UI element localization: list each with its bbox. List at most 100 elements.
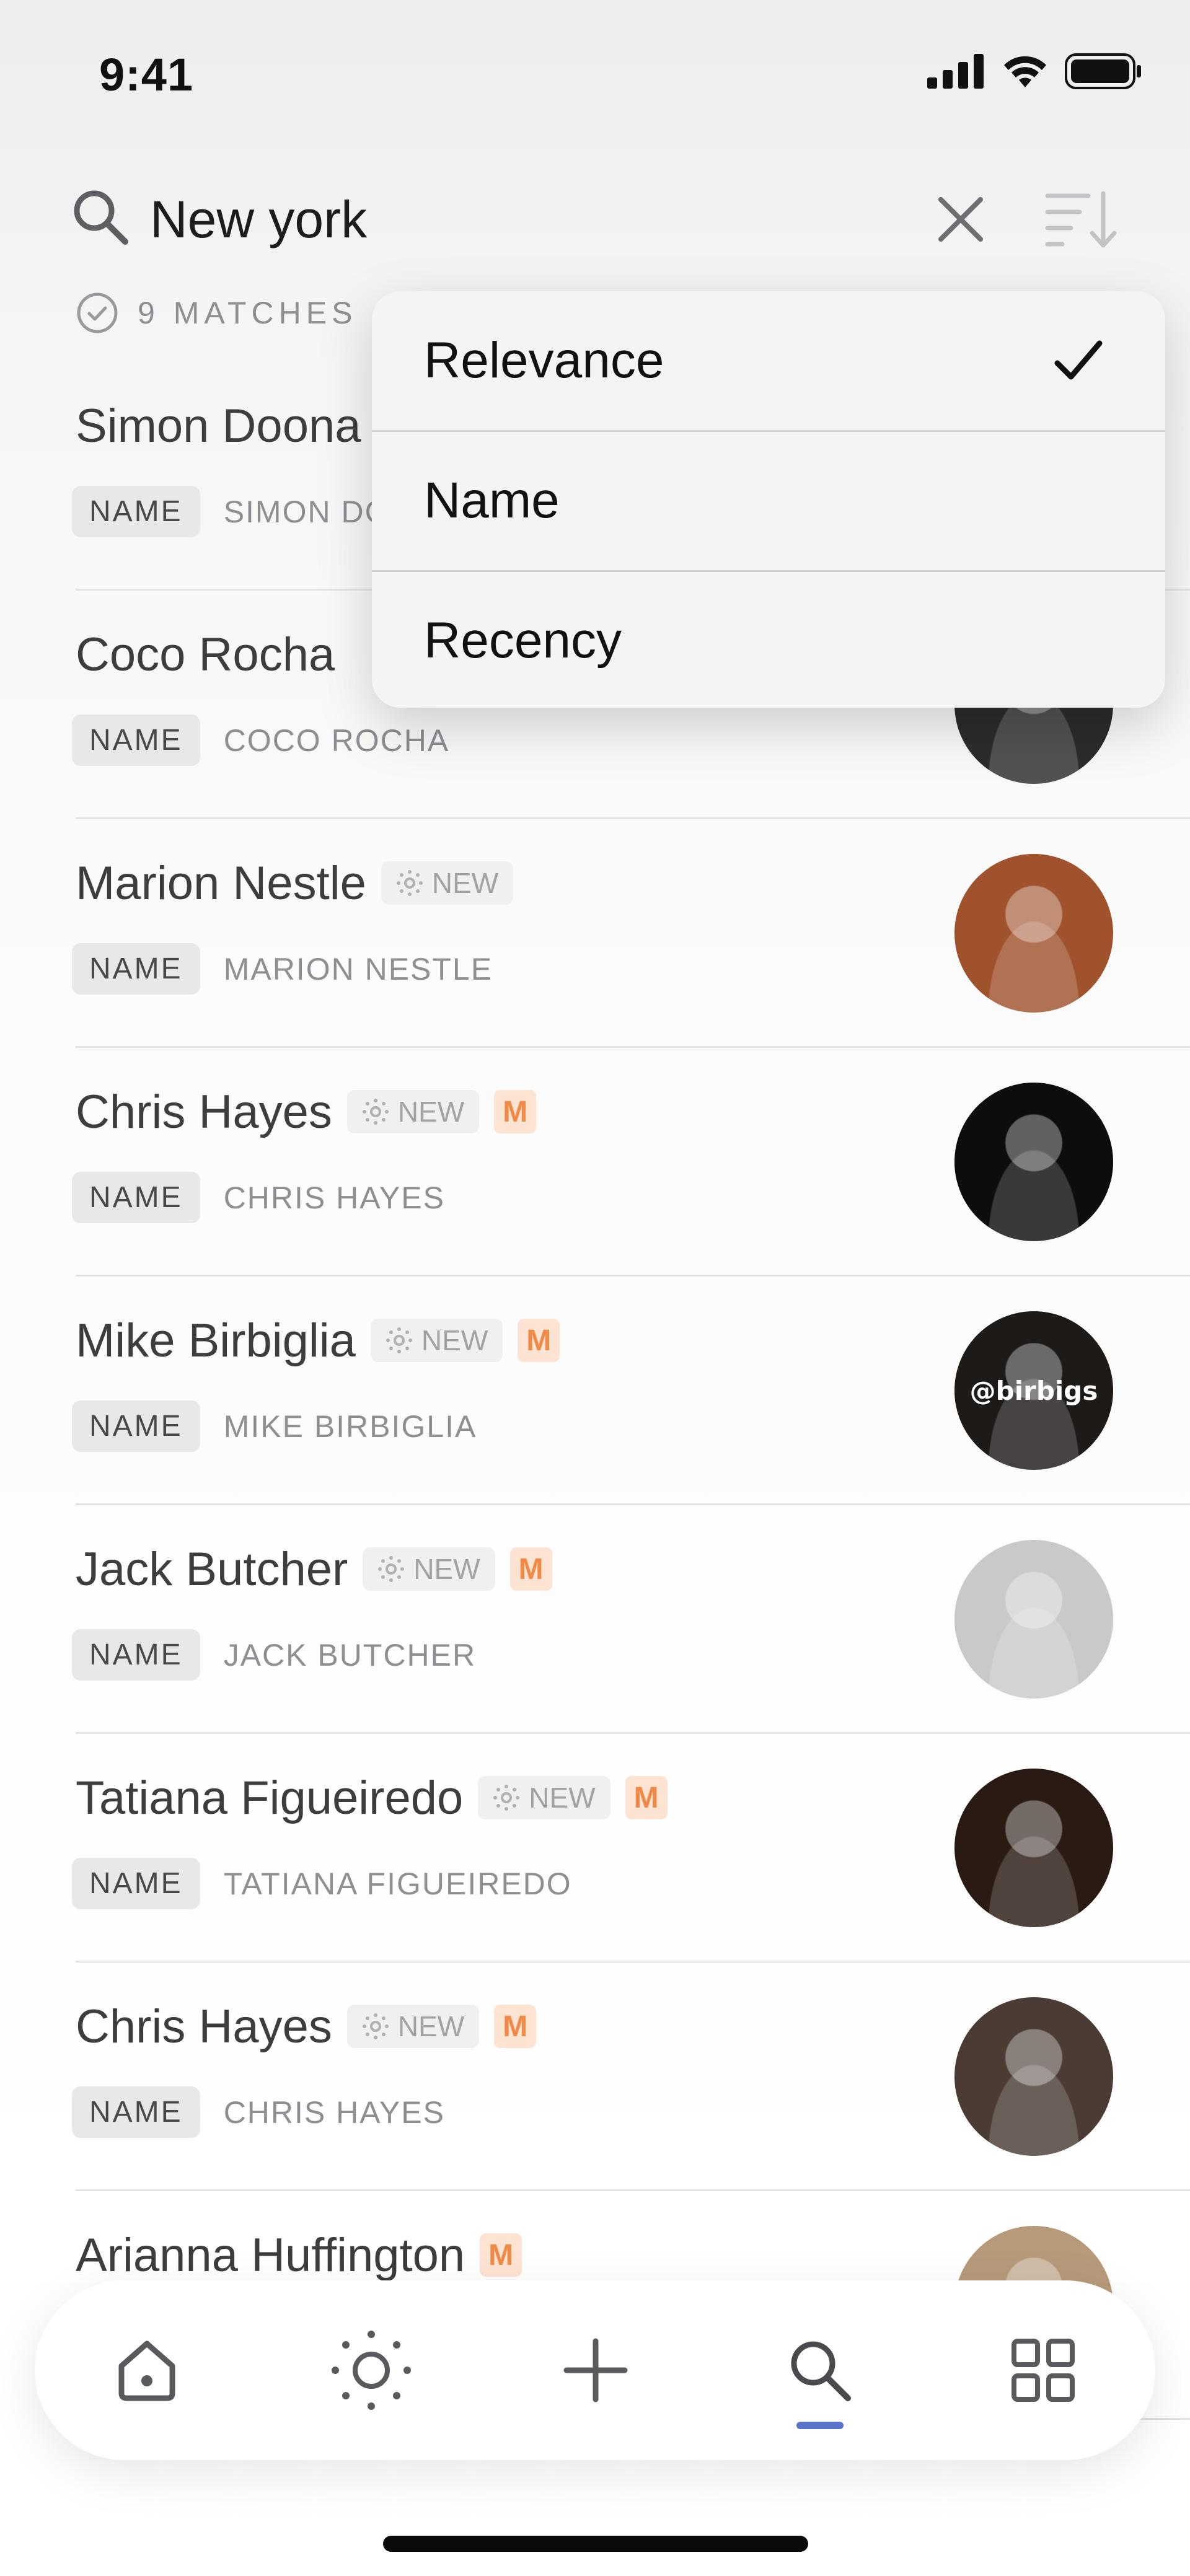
checkmark-icon [1054,340,1103,380]
sparkle-icon [362,1099,389,1125]
result-row[interactable]: Mike Birbiglia NEW M NAME MIKE BIRBIGLIA @bir… [0,1277,1190,1505]
sparkle-icon [493,1785,520,1811]
new-badge: NEW [370,1319,503,1362]
active-tab-indicator [796,2422,844,2429]
result-name: Chris Hayes [76,1085,332,1138]
result-sub-line: NAME MIKE BIRBIGLIA [72,1400,477,1452]
field-tag: NAME [72,1858,200,1909]
result-sub-line: NAME CHRIS HAYES [72,1172,445,1223]
result-sub-line: NAME JACK BUTCHER [72,1629,476,1681]
result-row[interactable]: Marion Nestle NEW NAME MARION NESTLE [0,819,1190,1048]
clear-icon[interactable] [935,193,987,245]
avatar [954,1769,1113,1927]
sort-option-label: Recency [424,612,622,669]
field-tag: NAME [72,1400,200,1452]
m-badge: M [494,1090,537,1133]
result-name: Coco Rocha [76,628,335,681]
cellular-signal-icon [927,54,984,89]
wifi-icon [1004,56,1046,87]
m-badge: M [518,1319,560,1362]
tab-collections[interactable] [931,2280,1155,2460]
new-badge-label: NEW [421,1324,488,1356]
sort-option-name[interactable]: Name [372,431,1165,570]
result-row[interactable]: Tatiana Figueiredo NEW M NAME TATIANA FIGUEI… [0,1734,1190,1963]
result-row[interactable]: Jack Butcher NEW M NAME JACK BUTCHER [0,1505,1190,1734]
tab-bar [35,2280,1155,2460]
field-tag: NAME [72,714,200,766]
check-circle-icon [77,292,118,333]
result-name: Arianna Huffington [76,2228,465,2282]
new-badge-label: NEW [397,1096,465,1128]
result-name: Chris Hayes [76,2000,332,2053]
result-title-line: Chris Hayes NEW M [76,1078,537,1146]
sparkle-icon [396,870,423,896]
matches-header: 9 MATCHES [76,291,357,335]
matched-text: JACK BUTCHER [223,1637,477,1673]
tab-home[interactable] [35,2280,259,2460]
battery-icon [1065,53,1141,89]
field-tag: NAME [72,486,200,537]
field-tag: NAME [72,943,200,995]
matched-text: SIMON DC [223,494,389,529]
avatar [954,1540,1113,1699]
m-badge: M [494,2005,537,2048]
sort-option-label: Relevance [424,332,664,389]
matched-text: MARION NESTLE [223,951,493,987]
new-badge: NEW [478,1776,610,1819]
app-screen: 9:41 New york 9 MATCHES Simon Doona NAME… [0,0,1190,2576]
new-badge-label: NEW [431,867,499,899]
result-title-line: Arianna Huffington M [76,2221,522,2289]
result-title-line: Simon Doona [76,392,361,460]
sort-option-label: Name [424,472,560,529]
sparkle-icon [362,2013,389,2039]
result-title-line: Coco Rocha [76,620,335,688]
result-name: Mike Birbiglia [76,1314,356,1367]
sparkle-icon [386,1327,412,1353]
sort-option-relevance[interactable]: Relevance [372,291,1165,430]
plus-icon [563,2338,628,2402]
m-badge: M [509,1547,552,1591]
field-tag: NAME [72,2086,200,2138]
result-name: Marion Nestle [76,856,366,910]
result-title-line: Tatiana Figueiredo NEW M [76,1764,668,1832]
result-title-line: Marion Nestle NEW [76,849,514,917]
matched-text: CHRIS HAYES [223,1180,445,1215]
field-tag: NAME [72,1629,200,1681]
search-icon[interactable] [69,186,131,248]
result-title-line: Chris Hayes NEW M [76,1992,537,2060]
m-badge: M [480,2233,522,2277]
tab-search[interactable] [708,2280,932,2460]
search-icon [791,2341,851,2401]
m-badge: M [625,1776,668,1819]
result-name: Jack Butcher [76,1542,348,1596]
status-icons [927,53,1143,89]
result-title-line: Jack Butcher NEW M [76,1535,552,1603]
search-input[interactable]: New york [150,190,367,250]
sparkle-icon [378,1556,405,1582]
sort-icon[interactable] [1045,190,1117,249]
home-indicator [383,2536,808,2552]
new-badge-label: NEW [413,1553,480,1585]
tab-discover[interactable] [259,2280,483,2460]
home-icon [118,2341,175,2401]
result-row[interactable]: Chris Hayes NEW M NAME CHRIS HAYES [0,1963,1190,2191]
field-tag: NAME [72,1172,200,1223]
matches-count: 9 MATCHES [138,296,358,330]
result-name: Simon Doona [76,399,361,452]
result-row[interactable]: Chris Hayes NEW M NAME CHRIS HAYES [0,1048,1190,1277]
new-badge: NEW [346,1090,480,1133]
result-sub-line: NAME MARION NESTLE [72,943,493,995]
result-name: Tatiana Figueiredo [76,1771,464,1824]
new-badge: NEW [346,2005,480,2048]
result-sub-line: NAME SIMON DC [72,486,389,537]
avatar [954,1083,1113,1241]
sun-icon [332,2331,411,2410]
matched-text: MIKE BIRBIGLIA [223,1409,477,1444]
result-sub-line: NAME CHRIS HAYES [72,2086,445,2138]
status-time: 9:41 [99,49,194,100]
tab-add[interactable] [483,2280,708,2460]
new-badge-label: NEW [397,2010,465,2042]
matched-text: CHRIS HAYES [223,2095,445,2130]
sort-option-recency[interactable]: Recency [372,571,1165,708]
grid-icon [1011,2339,1075,2402]
